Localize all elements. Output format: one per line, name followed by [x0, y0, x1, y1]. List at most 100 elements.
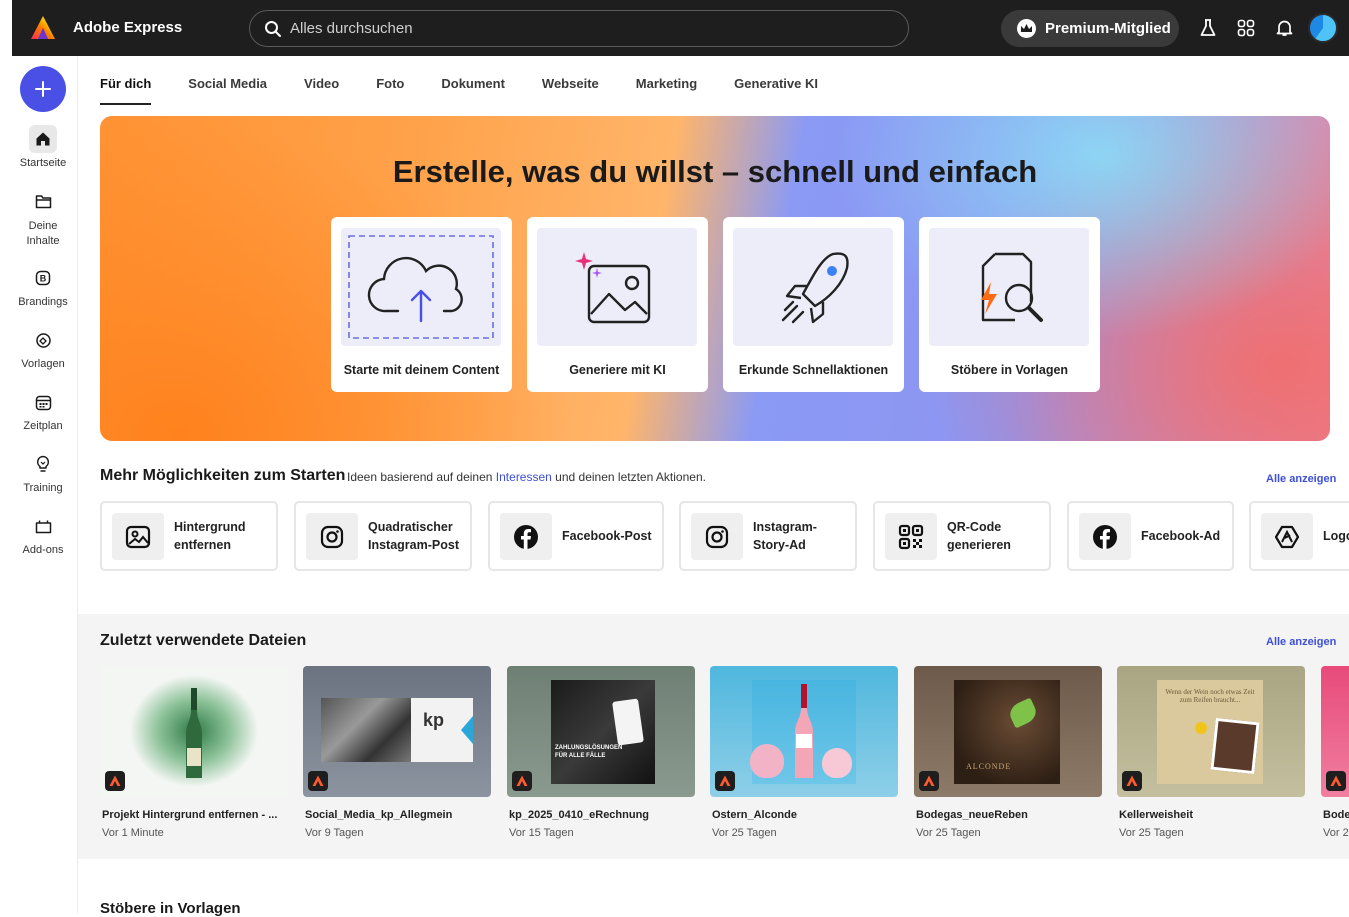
interests-link[interactable]: Interessen — [496, 470, 552, 484]
recent-file-card[interactable]: ALCONDE Bodegas_neueReben Vor 25 Tagen — [914, 666, 1102, 839]
thumb-caption: Wenn der Wein noch etwas Zeit zum Reifen… — [1165, 688, 1255, 704]
hero-card-browse-templates[interactable]: Stöbere in Vorlagen — [919, 217, 1100, 392]
file-modified: Vor 15 Tagen — [509, 827, 574, 839]
template-search-icon — [981, 252, 1043, 322]
recent-file-card[interactable]: ZAHLUNGSLÖSUNGEN FÜR ALLE FÄLLE kp_2025_… — [507, 666, 695, 839]
adobe-express-logo[interactable] — [30, 15, 56, 41]
sidebar-item-deine-inhalte[interactable]: Deine Inhalte — [0, 187, 86, 249]
hero-card-thumb — [929, 228, 1089, 346]
crown-icon — [1017, 19, 1036, 38]
instagram-icon — [691, 513, 743, 560]
app-title[interactable]: Adobe Express — [73, 19, 182, 36]
sidebar-item-add-ons[interactable]: Add-ons — [0, 512, 86, 556]
recent-files-title: Zuletzt verwendete Dateien — [100, 632, 307, 649]
sidebar-item-training[interactable]: Training — [0, 450, 86, 494]
hero-card-quick-actions[interactable]: Erkunde Schnellaktionen — [723, 217, 904, 392]
quick-action-label: Logo — [1323, 529, 1349, 543]
hero-card-label: Starte mit deinem Content — [343, 363, 500, 377]
sidebar-item-startseite[interactable]: Startseite — [0, 125, 86, 169]
adobe-express-badge-icon — [1326, 771, 1346, 791]
file-modified: Vor 25 Tagen — [1119, 827, 1184, 839]
file-modified: Vor 25 Tagen — [1323, 827, 1349, 839]
apps-grid-icon[interactable] — [1235, 17, 1257, 39]
sidebar-item-label: Deine Inhalte — [26, 220, 60, 247]
sidebar-item-brandings[interactable]: B Brandings — [0, 264, 86, 308]
quick-action-instagram-story-ad[interactable]: Instagram-Story-Ad — [679, 501, 857, 571]
sidebar-item-vorlagen[interactable]: Vorlagen — [0, 326, 86, 370]
tab-foto[interactable]: Foto — [376, 76, 404, 105]
see-all-more-ways-link[interactable]: Alle anzeigen — [1266, 473, 1336, 485]
tab-fuer-dich[interactable]: Für dich — [100, 76, 152, 105]
brand-icon: B — [29, 264, 57, 292]
file-thumbnail — [710, 666, 898, 797]
file-name: Projekt Hintergrund entfernen - ... — [102, 809, 278, 821]
hero-card-label: Stöbere in Vorlagen — [950, 363, 1069, 377]
quick-action-logo[interactable]: Logo — [1249, 501, 1349, 571]
adobe-express-badge-icon — [919, 771, 939, 791]
quick-action-remove-background[interactable]: Hintergrund entfernen — [100, 501, 278, 571]
file-modified: Vor 25 Tagen — [916, 827, 981, 839]
recent-file-card[interactable]: kp Social_Media_kp_Allegmein Vor 9 Tagen — [303, 666, 491, 839]
file-thumbnail: kp — [303, 666, 491, 797]
kp-logo-text: kp — [423, 710, 445, 730]
ai-image-icon — [575, 252, 651, 324]
tab-marketing[interactable]: Marketing — [636, 76, 697, 105]
quick-action-qr-code[interactable]: QR-Code generieren — [873, 501, 1051, 571]
user-avatar[interactable] — [1308, 13, 1338, 43]
hero-card-label: Generiere mit KI — [569, 363, 666, 377]
search-icon — [265, 20, 281, 37]
hero-card-thumb — [733, 228, 893, 346]
tab-video[interactable]: Video — [304, 76, 339, 105]
adobe-express-badge-icon — [715, 771, 735, 791]
quick-action-label: Hintergrund entfernen — [174, 520, 246, 552]
file-name: Ostern_Alconde — [712, 809, 797, 821]
file-thumbnail — [1321, 666, 1349, 797]
hero-card-thumb — [537, 228, 697, 346]
file-thumbnail: ZAHLUNGSLÖSUNGEN FÜR ALLE FÄLLE — [507, 666, 695, 797]
quick-action-label: Instagram-Story-Ad — [753, 520, 817, 552]
see-all-recent-link[interactable]: Alle anzeigen — [1266, 636, 1336, 648]
file-thumbnail: ALCONDE — [914, 666, 1102, 797]
hero-card-thumb — [341, 228, 501, 346]
file-thumbnail: Wenn der Wein noch etwas Zeit zum Reifen… — [1117, 666, 1305, 797]
thumb-caption: ALCONDE — [966, 762, 1012, 771]
tab-generative-ki[interactable]: Generative KI — [734, 76, 818, 105]
recent-file-card[interactable]: Bodegas Vor 25 Tagen — [1321, 666, 1349, 839]
recent-file-card[interactable]: Wenn der Wein noch etwas Zeit zum Reifen… — [1117, 666, 1305, 839]
sidebar-item-zeitplan[interactable]: Zeitplan — [0, 388, 86, 432]
sidebar-item-label: Startseite — [19, 157, 67, 169]
premium-button[interactable]: Premium-Mitglied — [1001, 10, 1179, 47]
create-new-button[interactable] — [20, 66, 66, 112]
file-name: Kellerweisheit — [1119, 809, 1193, 821]
recent-file-card[interactable]: Ostern_Alconde Vor 25 Tagen — [710, 666, 898, 839]
search-input[interactable] — [290, 20, 870, 37]
quick-action-facebook-ad[interactable]: Facebook-Ad — [1067, 501, 1234, 571]
qr-code-icon — [885, 513, 937, 560]
quick-action-facebook-post[interactable]: Facebook-Post — [488, 501, 664, 571]
subtitle-text: Ideen basierend auf deinen — [347, 470, 496, 484]
file-modified: Vor 25 Tagen — [712, 827, 777, 839]
rocket-icon — [781, 252, 849, 324]
adobe-express-badge-icon — [1122, 771, 1142, 791]
rose-bottle-icon — [795, 684, 813, 778]
facebook-icon — [500, 513, 552, 560]
tab-social-media[interactable]: Social Media — [188, 76, 267, 105]
sidebar-item-label: Add-ons — [22, 544, 64, 556]
tab-dokument[interactable]: Dokument — [441, 76, 505, 105]
lightbulb-icon — [29, 450, 57, 478]
recent-file-card[interactable]: Projekt Hintergrund entfernen - ... Vor … — [100, 666, 288, 839]
quick-action-label: QR-Code generieren — [947, 520, 1011, 552]
cloud-upload-icon — [348, 235, 494, 339]
facebook-icon — [1079, 513, 1131, 560]
search-bar[interactable] — [249, 10, 909, 47]
labs-icon[interactable] — [1197, 17, 1219, 39]
premium-label: Premium-Mitglied — [1045, 20, 1171, 37]
hero-card-generate-ai[interactable]: Generiere mit KI — [527, 217, 708, 392]
browse-templates-title: Stöbere in Vorlagen — [100, 900, 241, 917]
hero-card-label: Erkunde Schnellaktionen — [738, 363, 889, 377]
hero-card-upload[interactable]: Starte mit deinem Content — [331, 217, 512, 392]
remove-background-icon — [112, 513, 164, 560]
quick-action-square-instagram-post[interactable]: Quadratischer Instagram-Post — [294, 501, 472, 571]
bell-icon[interactable] — [1273, 17, 1295, 39]
tab-webseite[interactable]: Webseite — [542, 76, 599, 105]
